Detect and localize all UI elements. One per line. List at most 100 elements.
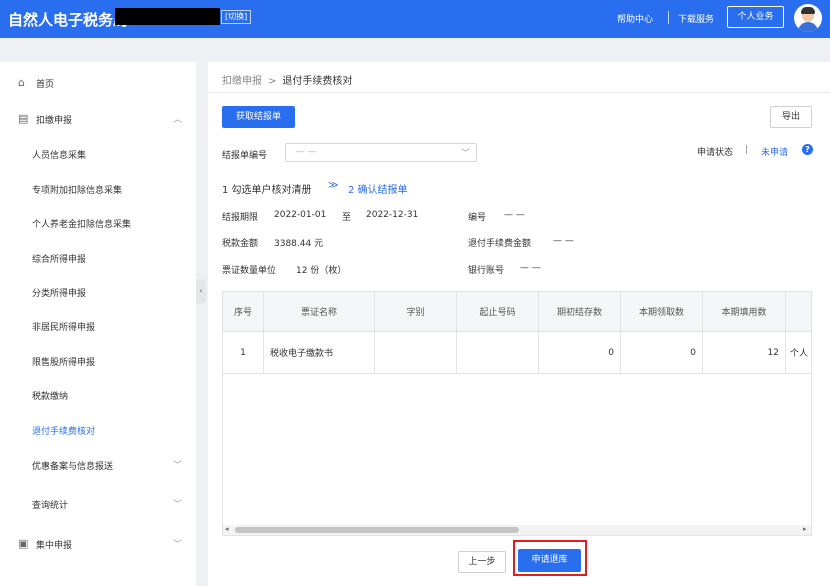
status-separator: | xyxy=(745,145,749,155)
sidebar-item-label: 优惠备案与信息报送 xyxy=(32,462,114,472)
sidebar-item-withholding[interactable]: ▤ 扣缴申报 ︿ xyxy=(0,109,196,129)
scroll-right-icon[interactable]: ▸ xyxy=(803,525,807,533)
refund-fee-value: — — xyxy=(553,236,574,246)
sidebar-item-label: 个人养老金扣除信息采集 xyxy=(32,220,132,230)
table-cell: 税收电子缴款书 xyxy=(264,332,375,373)
report-no-label: 结报单编号 xyxy=(222,151,268,161)
table-cell xyxy=(457,332,539,373)
table-cell: 0 xyxy=(621,332,703,373)
fetch-report-button[interactable]: 获取结报单 xyxy=(222,106,295,128)
period-end: 2022-12-31 xyxy=(366,210,419,220)
breadcrumb-separator: > xyxy=(268,76,277,87)
sidebar-item-refund-fee[interactable]: 退付手续费核对 xyxy=(0,420,196,440)
breadcrumb-divider xyxy=(208,92,830,93)
avatar[interactable] xyxy=(794,4,822,32)
breadcrumb-parent[interactable]: 扣缴申报 xyxy=(222,76,262,87)
form-icon: ▤ xyxy=(18,112,29,125)
sidebar-item-person-info[interactable]: 人员信息采集 xyxy=(0,144,196,164)
horizontal-scrollbar[interactable]: ◂ ▸ xyxy=(223,525,811,535)
previous-step-button[interactable]: 上一步 xyxy=(458,551,506,573)
tax-amount-label: 税款金额 xyxy=(222,239,259,249)
sidebar-item-restricted-stock[interactable]: 限售股所得申报 xyxy=(0,351,196,371)
period-label: 结报期限 xyxy=(222,213,259,223)
sidebar-item-label: 查询统计 xyxy=(32,501,69,511)
voucher-table: 序号 票证名称 字别 起止号码 期初结存数 本期领取数 本期填用数 1 税收电子… xyxy=(222,291,812,536)
sidebar: ⌂ 首页 ▤ 扣缴申报 ︿ 人员信息采集 专项附加扣除信息采集 个人养老金扣除信… xyxy=(0,62,196,586)
sidebar-item-label: 扣缴申报 xyxy=(36,116,73,126)
table-cell xyxy=(375,332,457,373)
download-service-link[interactable]: 下载服务 xyxy=(678,12,714,25)
table-cell: 12 xyxy=(703,332,786,373)
report-no-placeholder: — — xyxy=(296,147,317,157)
sidebar-item-nonresident[interactable]: 非居民所得申报 xyxy=(0,316,196,336)
help-center-link[interactable]: 帮助中心 xyxy=(617,12,653,25)
avatar-body xyxy=(798,22,818,32)
sidebar-item-comprehensive[interactable]: 综合所得申报 xyxy=(0,248,196,268)
period-to: 至 xyxy=(342,213,352,223)
sidebar-item-home[interactable]: ⌂ 首页 xyxy=(0,73,196,93)
breadcrumb: 扣缴申报 > 退付手续费核对 xyxy=(222,72,352,87)
step-arrow: ≫ xyxy=(328,180,339,191)
sidebar-item-preferential[interactable]: 优惠备案与信息报送 ﹀ xyxy=(0,455,196,475)
column-header: 字别 xyxy=(375,292,457,331)
column-header: 期初结存数 xyxy=(539,292,621,331)
bank-account-value: — — xyxy=(520,263,541,273)
report-no-select[interactable]: — — ﹀ xyxy=(285,143,477,162)
bank-account-label: 银行账号 xyxy=(468,266,505,276)
sidebar-item-query[interactable]: 查询统计 ﹀ xyxy=(0,494,196,514)
sidebar-item-batch[interactable]: ▣ 集中申报 ﹀ xyxy=(0,534,196,554)
sidebar-item-label: 分类所得申报 xyxy=(32,289,87,299)
question-icon[interactable]: ? xyxy=(802,144,813,155)
table-cell: 个人 xyxy=(790,349,809,359)
column-header-overflow xyxy=(786,292,811,331)
sidebar-item-special-deduction[interactable]: 专项附加扣除信息采集 xyxy=(0,179,196,199)
sidebar-item-label: 综合所得申报 xyxy=(32,255,87,265)
app-title: 自然人电子税务局 xyxy=(8,11,129,29)
column-header: 起止号码 xyxy=(457,292,539,331)
redacted-name xyxy=(115,8,220,25)
top-bar: 自然人电子税务局 [切换] 帮助中心 下载服务 个人业务 xyxy=(0,0,830,38)
batch-icon: ▣ xyxy=(18,537,29,550)
header-divider xyxy=(668,11,669,24)
personal-business-button[interactable]: 个人业务 xyxy=(727,6,784,28)
sidebar-item-classified[interactable]: 分类所得申报 xyxy=(0,282,196,302)
column-header: 本期填用数 xyxy=(703,292,786,331)
number-value: — — xyxy=(504,210,525,220)
table-cell: 1 xyxy=(223,332,264,373)
column-header: 序号 xyxy=(223,292,264,331)
sidebar-item-label: 首页 xyxy=(36,80,55,90)
home-icon: ⌂ xyxy=(18,76,25,89)
period-start: 2022-01-01 xyxy=(274,210,327,220)
sidebar-item-label: 集中申报 xyxy=(36,541,73,551)
sidebar-collapse-toggle[interactable]: ‹ xyxy=(196,279,206,303)
table-header: 序号 票证名称 字别 起止号码 期初结存数 本期领取数 本期填用数 xyxy=(223,292,811,332)
voucher-label: 票证数量单位 xyxy=(222,266,277,276)
export-button[interactable]: 导出 xyxy=(770,106,812,128)
switch-button[interactable]: [切换] xyxy=(221,10,252,24)
table-row[interactable]: 1 税收电子缴款书 0 0 12 个人 xyxy=(223,332,811,374)
chevron-down-icon: ﹀ xyxy=(173,540,183,550)
sidebar-item-label: 限售股所得申报 xyxy=(32,358,96,368)
sidebar-item-label: 人员信息采集 xyxy=(32,151,87,161)
step-1: 1 勾选单户核对清册 xyxy=(222,185,312,196)
scroll-left-icon[interactable]: ◂ xyxy=(225,525,229,533)
table-cell: 0 xyxy=(539,332,621,373)
column-header: 本期领取数 xyxy=(621,292,703,331)
main-panel: 扣缴申报 > 退付手续费核对 获取结报单 导出 结报单编号 — — ﹀ 申请状态 |… xyxy=(208,62,830,586)
tax-amount-value: 3388.44 元 xyxy=(274,239,324,249)
chevron-up-icon: ︿ xyxy=(173,115,183,125)
sidebar-item-pension[interactable]: 个人养老金扣除信息采集 xyxy=(0,213,196,233)
chevron-down-icon: ﹀ xyxy=(460,149,470,159)
refund-fee-label: 退付手续费金额 xyxy=(468,239,532,249)
sidebar-item-tax-payment[interactable]: 税款缴纳 xyxy=(0,385,196,405)
apply-status-label: 申请状态 xyxy=(697,148,734,158)
scroll-thumb[interactable] xyxy=(235,527,519,533)
voucher-value: 12 份（枚） xyxy=(296,266,347,276)
sidebar-item-label: 非居民所得申报 xyxy=(32,323,96,333)
highlight-box xyxy=(513,540,587,576)
chevron-down-icon: ﹀ xyxy=(173,461,183,471)
sidebar-item-label: 专项附加扣除信息采集 xyxy=(32,186,123,196)
avatar-hair xyxy=(801,7,815,14)
sidebar-item-label: 税款缴纳 xyxy=(32,392,69,402)
apply-status-value: 未申请 xyxy=(761,148,789,158)
